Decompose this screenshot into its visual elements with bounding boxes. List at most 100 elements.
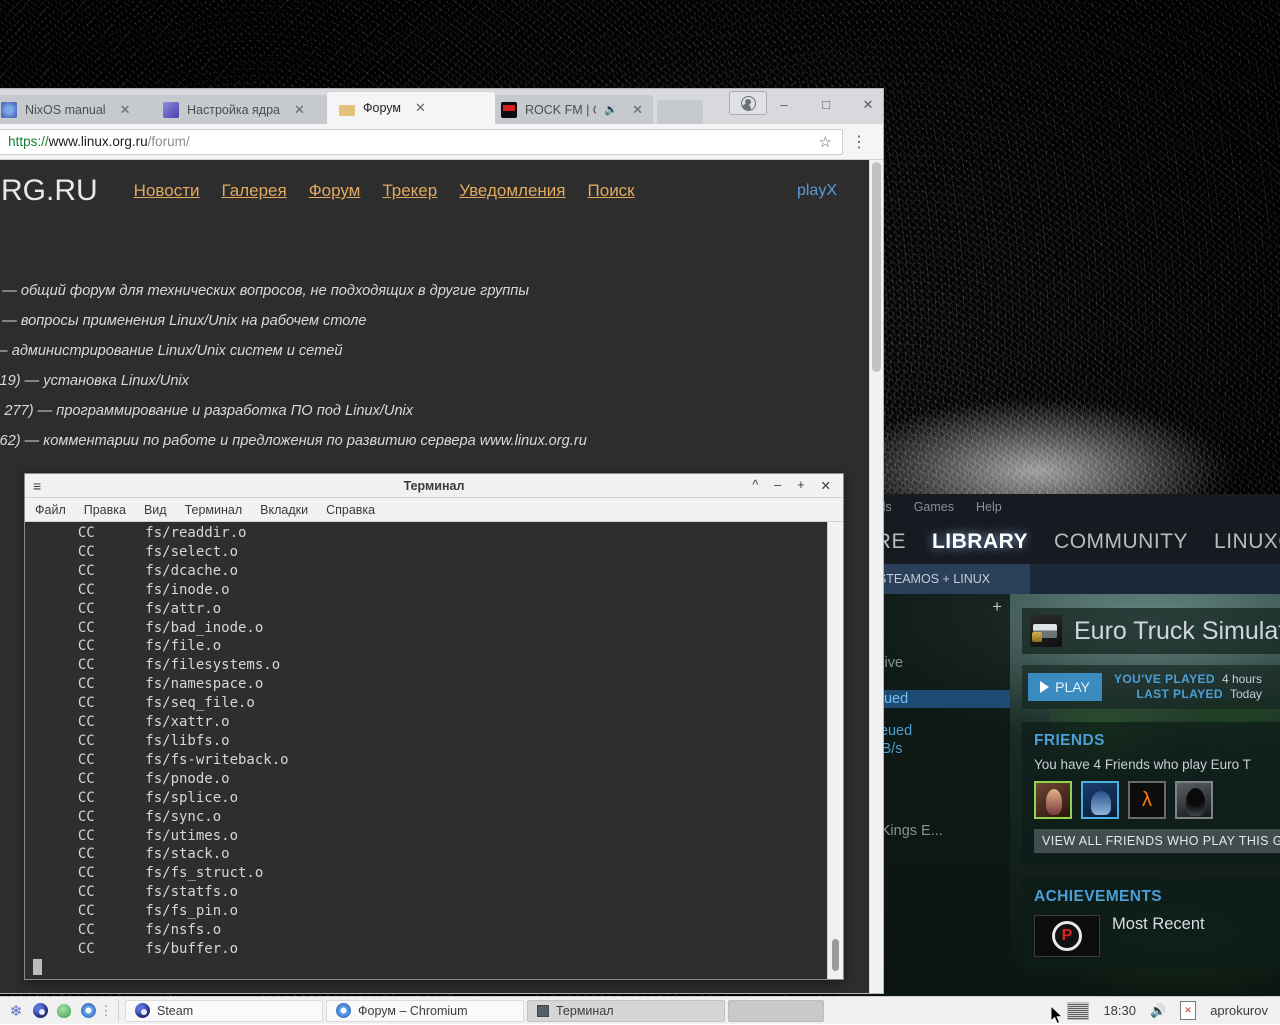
site-nav[interactable]: Новости Галерея Форум Трекер Уведомления… bbox=[134, 181, 635, 201]
menu-view[interactable]: Вид bbox=[144, 503, 167, 517]
avatar[interactable] bbox=[1175, 781, 1213, 819]
forum-group-row[interactable]: сегодня 62) — комментарии по работе и пр… bbox=[0, 426, 883, 456]
maximize-button[interactable]: + bbox=[797, 478, 804, 493]
add-game-button[interactable]: + bbox=[992, 598, 1002, 615]
scrollbar-thumb[interactable] bbox=[872, 162, 881, 372]
terminal-line: CC fs/select.o bbox=[61, 543, 843, 562]
terminal-output[interactable]: CC fs/readdir.o CC fs/select.o CC fs/dca… bbox=[25, 522, 843, 979]
menu-terminal[interactable]: Терминал bbox=[185, 503, 243, 517]
terminal-scrollbar[interactable] bbox=[827, 522, 843, 979]
snowflake-icon[interactable]: ❄ bbox=[6, 1001, 26, 1021]
taskbar-window-steam[interactable]: Steam bbox=[125, 1000, 323, 1022]
nav-link-notifications[interactable]: Уведомления bbox=[459, 181, 565, 201]
terminal-line: CC fs/buffer.o bbox=[61, 940, 843, 959]
nav-link-gallery[interactable]: Галерея bbox=[221, 181, 286, 201]
steam-menubar[interactable]: Friends Games Help bbox=[838, 494, 1280, 520]
address-bar[interactable]: ежный https:// www.linux.org.ru /forum/ … bbox=[0, 129, 843, 155]
terminal-line: CC fs/statfs.o bbox=[61, 883, 843, 902]
scrollbar-thumb[interactable] bbox=[832, 939, 839, 971]
gimp-icon[interactable] bbox=[54, 1001, 74, 1021]
close-icon[interactable]: ✕ bbox=[294, 102, 305, 118]
quick-launch-area[interactable]: ❄ ⋮ bbox=[4, 1001, 112, 1021]
menu-file[interactable]: Файл bbox=[35, 503, 66, 517]
menu-edit[interactable]: Правка bbox=[84, 503, 126, 517]
play-button[interactable]: PLAY bbox=[1028, 673, 1102, 701]
nav-link-news[interactable]: Новости bbox=[134, 181, 200, 201]
browser-tab-rockfm[interactable]: ROCK FM | Онл 🔊 ✕ bbox=[489, 95, 653, 124]
forum-group-row[interactable]: дня 179) — вопросы применения Linux/Unix… bbox=[0, 306, 883, 336]
steam-main-nav[interactable]: TORE LIBRARY COMMUNITY LINUXC bbox=[838, 520, 1280, 564]
clock[interactable]: 18:30 bbox=[1103, 1003, 1136, 1018]
terminal-window-buttons[interactable]: ^ – + ✕ bbox=[752, 478, 843, 493]
avatar[interactable] bbox=[1128, 781, 1166, 819]
profile-avatar-button[interactable] bbox=[729, 91, 767, 115]
nav-link-tracker[interactable]: Трекер bbox=[382, 181, 437, 201]
menu-help[interactable]: Справка bbox=[326, 503, 375, 517]
page-scrollbar[interactable] bbox=[869, 160, 883, 993]
achievement-badge-icon: P bbox=[1034, 915, 1100, 957]
kernel-config-icon bbox=[163, 102, 179, 118]
close-icon[interactable]: ✕ bbox=[415, 100, 426, 116]
steam-filter-bar[interactable]: STEAMOS + LINUX bbox=[838, 564, 1280, 594]
close-button[interactable]: ✕ bbox=[857, 97, 879, 113]
browser-tabstrip[interactable]: ✕ NixOS manual ✕ Настройка ядра ✕ Форум … bbox=[0, 89, 883, 124]
taskbar-window-terminal[interactable]: Терминал bbox=[527, 1000, 725, 1022]
system-tray[interactable]: 18:30 🔊 ✕ aprokurov bbox=[1067, 1001, 1276, 1020]
terminal-line: CC fs/fs_struct.o bbox=[61, 864, 843, 883]
close-icon[interactable]: ✕ bbox=[120, 102, 131, 118]
forum-group-row[interactable]: (сегодня 277) — программирование и разра… bbox=[0, 396, 883, 426]
nav-link-search[interactable]: Поиск bbox=[588, 181, 635, 201]
site-logo[interactable]: RG.RU bbox=[1, 174, 98, 208]
volume-icon[interactable]: 🔊 bbox=[1150, 1003, 1166, 1019]
browser-tab-kernel-config[interactable]: Настройка ядра ✕ bbox=[151, 95, 333, 124]
terminal-line: CC fs/libfs.o bbox=[61, 732, 843, 751]
terminal-line: CC fs/sync.o bbox=[61, 808, 843, 827]
avatar[interactable] bbox=[1081, 781, 1119, 819]
close-icon[interactable]: ✕ bbox=[632, 102, 643, 118]
minimize-button[interactable]: – bbox=[774, 478, 781, 493]
maximize-button[interactable]: □ bbox=[815, 97, 837, 113]
nav-link-forum[interactable]: Форум bbox=[309, 181, 361, 201]
forum-group-row[interactable]: дня 220) — общий форум для технических в… bbox=[0, 276, 883, 306]
avatar[interactable] bbox=[1034, 781, 1072, 819]
steam-icon[interactable] bbox=[30, 1001, 50, 1021]
steam-body: + l Of The Fittest 2 The Pre-Sequel e: G… bbox=[838, 594, 1280, 1000]
menu-tabs[interactable]: Вкладки bbox=[260, 503, 308, 517]
minimize-button[interactable]: – bbox=[773, 97, 795, 113]
forum-group-row[interactable]: ня 113) — администрирование Linux/Unix с… bbox=[0, 336, 883, 366]
browser-tab-nixos-manual[interactable]: NixOS manual ✕ bbox=[0, 95, 157, 124]
terminal-window[interactable]: ≡ Терминал ^ – + ✕ Файл Правка Вид Терми… bbox=[24, 473, 844, 980]
shade-button[interactable]: ^ bbox=[752, 478, 758, 493]
new-tab-button[interactable] bbox=[657, 100, 703, 124]
view-all-friends-button[interactable]: VIEW ALL FRIENDS WHO PLAY THIS GA bbox=[1034, 829, 1280, 853]
chromium-icon[interactable] bbox=[78, 1001, 98, 1021]
terminal-cursor bbox=[33, 959, 42, 975]
steam-window[interactable]: Friends Games Help TORE LIBRARY COMMUNIT… bbox=[838, 494, 1280, 1000]
bookmark-star-icon[interactable]: ☆ bbox=[815, 133, 836, 151]
document-icon[interactable]: ✕ bbox=[1180, 1001, 1196, 1020]
steam-menu-help[interactable]: Help bbox=[976, 500, 1002, 514]
browser-tab-forum[interactable]: Форум ✕ bbox=[327, 92, 495, 124]
close-button[interactable]: ✕ bbox=[821, 478, 831, 493]
terminal-titlebar[interactable]: ≡ Терминал ^ – + ✕ bbox=[25, 474, 843, 498]
steam-nav-community[interactable]: COMMUNITY bbox=[1054, 530, 1188, 554]
browser-tab-label: Настройка ядра bbox=[187, 103, 280, 117]
steam-nav-library[interactable]: LIBRARY bbox=[932, 530, 1028, 554]
page-title: Euro Truck Simulat bbox=[1074, 617, 1280, 646]
taskbar-window-extra[interactable] bbox=[728, 1000, 824, 1022]
friends-heading: FRIENDS bbox=[1034, 732, 1280, 750]
forum-group-row[interactable]: сегодня 19) — установка Linux/Unix bbox=[0, 366, 883, 396]
browser-toolbar[interactable]: ежный https:// www.linux.org.ru /forum/ … bbox=[0, 124, 883, 160]
steam-nav-linuxother[interactable]: LINUXC bbox=[1214, 530, 1280, 554]
taskbar[interactable]: ❄ ⋮ Steam Форум – Chromium Терминал 18:3… bbox=[0, 996, 1280, 1024]
browser-menu-icon[interactable]: ⋮ bbox=[843, 132, 875, 152]
terminal-menubar[interactable]: Файл Правка Вид Терминал Вкладки Справка bbox=[25, 498, 843, 522]
friend-avatars[interactable] bbox=[1034, 781, 1280, 819]
browser-window-controls[interactable]: – □ ✕ bbox=[773, 97, 879, 113]
audio-playing-icon[interactable]: 🔊 bbox=[604, 103, 618, 116]
taskbar-window-chromium[interactable]: Форум – Chromium bbox=[326, 1000, 524, 1022]
steam-menu-games[interactable]: Games bbox=[914, 500, 954, 514]
workspace-pager-icon[interactable] bbox=[1067, 1002, 1089, 1020]
more-dots-icon[interactable]: ⋮ bbox=[102, 1001, 110, 1021]
site-username[interactable]: playX bbox=[797, 182, 837, 200]
